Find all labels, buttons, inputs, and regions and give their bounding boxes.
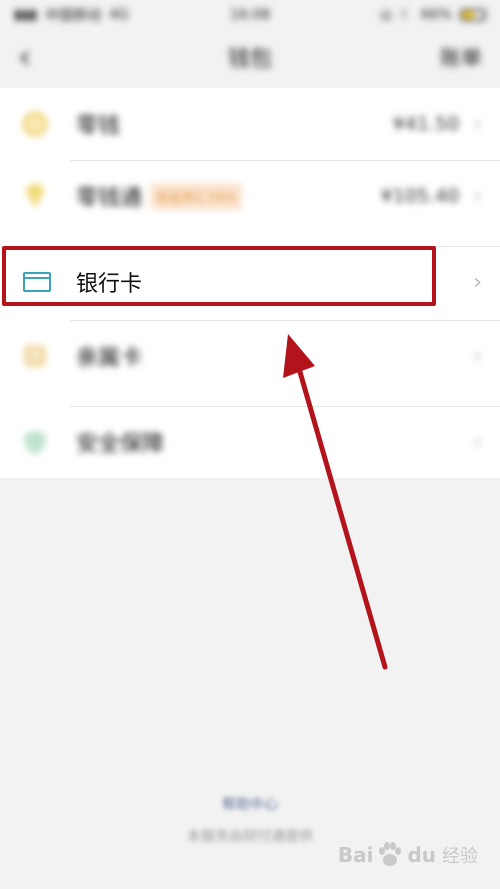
- coin-icon: [20, 109, 50, 139]
- row-label: 亲属卡: [76, 346, 143, 371]
- row-label: 零钱: [76, 114, 121, 139]
- back-icon[interactable]: ‹: [18, 37, 58, 77]
- watermark-text-after: du: [407, 843, 436, 867]
- chevron-right-icon: ›: [473, 269, 482, 295]
- bill-button[interactable]: 账单: [440, 42, 482, 72]
- row-value: ¥41.50: [392, 113, 460, 135]
- wallet-row-change[interactable]: 零钱 ¥41.50 ›: [0, 88, 500, 160]
- baidu-watermark: Bai du 经验: [338, 841, 478, 869]
- chevron-right-icon: ›: [473, 343, 482, 369]
- help-center-link[interactable]: 帮助中心: [0, 794, 500, 814]
- yield-badge: 收益率2.59%: [150, 182, 243, 210]
- chevron-right-icon: ›: [473, 183, 482, 209]
- status-time: 16:08: [229, 7, 271, 23]
- row-label: 零钱通: [76, 186, 143, 211]
- highlight-box: [2, 246, 436, 306]
- chevron-right-icon: ›: [473, 429, 482, 455]
- watermark-sub: 经验: [442, 846, 478, 867]
- nav-bar: ‹ 钱包 账单: [0, 30, 500, 84]
- row-value: ¥105.40: [380, 185, 460, 207]
- wallet-row-security[interactable]: 安全保障 ›: [0, 406, 500, 478]
- status-bar: ▮▮▮ 中国移动 4G 16:08 ◎ ☾ 66%: [0, 0, 500, 30]
- battery-icon: [460, 9, 486, 21]
- chevron-right-icon: ›: [473, 111, 482, 137]
- wallet-row-change-plus[interactable]: 零钱通 收益率2.59% ¥105.40 ›: [0, 160, 500, 232]
- watermark-text: Bai: [337, 843, 374, 867]
- diamond-icon: [20, 181, 50, 211]
- row-label: 安全保障: [76, 432, 165, 457]
- family-card-icon: [20, 341, 50, 371]
- wallet-row-family-card[interactable]: 亲属卡 ›: [0, 320, 500, 392]
- paw-icon: [379, 842, 402, 866]
- shield-icon: [20, 427, 50, 457]
- page-title: 钱包: [227, 47, 272, 72]
